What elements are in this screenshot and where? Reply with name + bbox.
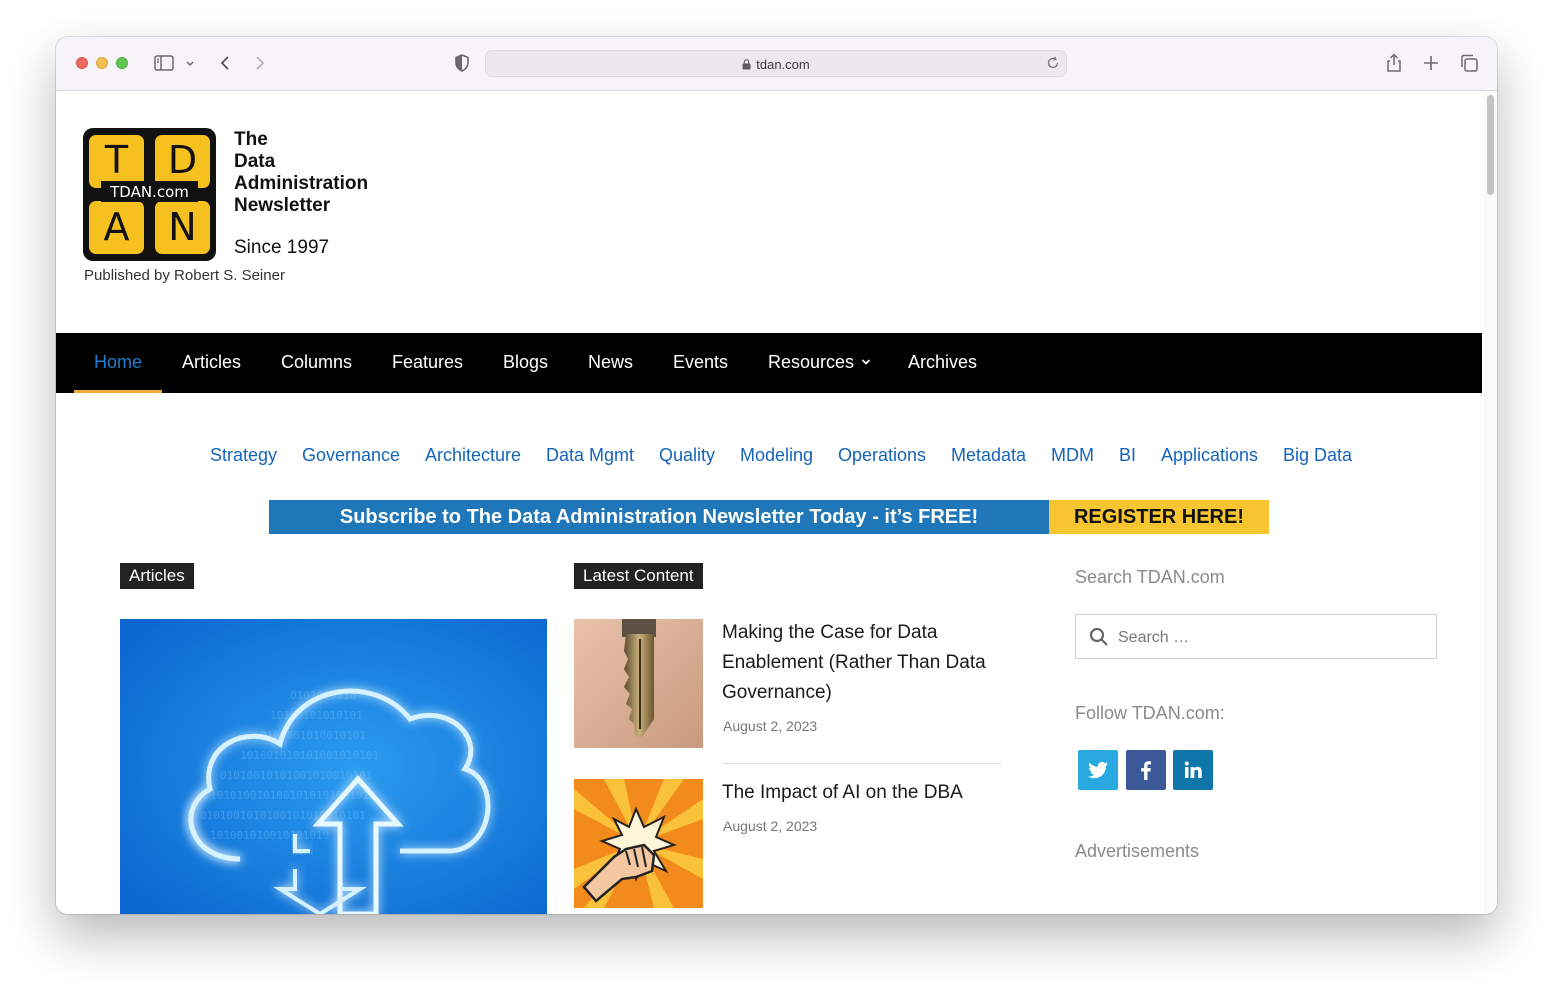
tdan-logo[interactable]: T D A N TDAN.com: [83, 128, 216, 261]
minimize-window-button[interactable]: [96, 57, 108, 69]
post-title-link[interactable]: The Impact of AI on the DBA: [722, 778, 1022, 808]
post-title-link[interactable]: Making the Case for Data Enablement (Rat…: [722, 618, 1022, 708]
nav-articles[interactable]: Articles: [182, 333, 241, 393]
share-icon[interactable]: [1383, 52, 1405, 74]
brand-line: Data: [234, 151, 276, 172]
nav-resources-label: Resources: [768, 352, 855, 372]
brand-line: Administration: [234, 173, 369, 194]
nav-features[interactable]: Features: [392, 333, 463, 393]
category-governance[interactable]: Governance: [302, 445, 400, 466]
browser-toolbar: tdan.com: [56, 37, 1497, 91]
brand-line: Newsletter: [234, 195, 331, 216]
close-window-button[interactable]: [76, 57, 88, 69]
nav-blogs[interactable]: Blogs: [503, 333, 548, 393]
category-metadata[interactable]: Metadata: [951, 445, 1026, 466]
browser-window: tdan.com T D A N TDAN.com The Data Admin…: [56, 37, 1497, 914]
nav-resources[interactable]: Resources: [768, 333, 871, 393]
category-strategy[interactable]: Strategy: [210, 445, 277, 466]
back-arrow-icon[interactable]: [214, 52, 236, 74]
svg-text:101001010010101010: 101001010010101010: [210, 829, 329, 842]
svg-text:1010100101001010101001010: 1010100101001010101001010: [210, 789, 376, 802]
category-architecture[interactable]: Architecture: [425, 445, 521, 466]
category-operations[interactable]: Operations: [838, 445, 926, 466]
brand-line: The: [234, 129, 268, 150]
latest-content-section-label: Latest Content: [574, 563, 703, 589]
svg-text:0101001010100101010010101: 0101001010100101010010101: [200, 809, 366, 822]
post-divider: [722, 763, 1001, 764]
logo-letter-d: D: [168, 138, 197, 182]
address-bar[interactable]: tdan.com: [485, 50, 1067, 77]
tab-overview-icon[interactable]: [1458, 52, 1480, 74]
since-year: Since 1997: [234, 237, 330, 258]
follow-heading: Follow TDAN.com:: [1075, 703, 1225, 723]
fist-image[interactable]: [574, 779, 703, 908]
linkedin-icon[interactable]: [1173, 750, 1213, 790]
category-applications[interactable]: Applications: [1161, 445, 1258, 466]
nav-home[interactable]: Home: [94, 333, 142, 393]
nav-columns[interactable]: Columns: [281, 333, 352, 393]
subscribe-banner[interactable]: Subscribe to The Data Administration New…: [269, 500, 1269, 534]
nav-active-indicator: [74, 390, 162, 393]
logo-letter-n: N: [168, 205, 196, 249]
publisher-credit: Published by Robert S. Seiner: [84, 267, 285, 284]
ads-heading: Advertisements: [1075, 841, 1200, 861]
new-tab-icon[interactable]: [1420, 52, 1442, 74]
search-field[interactable]: [1075, 614, 1437, 660]
category-modeling[interactable]: Modeling: [740, 445, 813, 466]
nav-archives[interactable]: Archives: [908, 333, 977, 393]
svg-text:101001010101001010101: 101001010101001010101: [240, 749, 379, 762]
key-image[interactable]: [574, 619, 703, 748]
sidebar-toggle-icon[interactable]: [153, 52, 175, 74]
category-quality[interactable]: Quality: [659, 445, 715, 466]
facebook-icon[interactable]: [1126, 750, 1166, 790]
web-page: T D A N TDAN.com The Data Administration…: [56, 91, 1497, 914]
logo-letter-a: A: [104, 205, 130, 249]
category-mdm[interactable]: MDM: [1051, 445, 1094, 466]
logo-letter-t: T: [104, 138, 129, 182]
forward-arrow-icon[interactable]: [249, 52, 271, 74]
search-heading: Search TDAN.com: [1075, 567, 1225, 587]
lock-icon: [742, 59, 751, 70]
search-icon: [1089, 627, 1108, 646]
post-date: August 2, 2023: [723, 718, 818, 734]
category-data-mgmt[interactable]: Data Mgmt: [546, 445, 634, 466]
privacy-shield-icon[interactable]: [451, 52, 473, 74]
register-button[interactable]: REGISTER HERE!: [1049, 500, 1269, 534]
featured-article-image[interactable]: 0101010110 10100101010101 01010010100101…: [120, 619, 547, 914]
url-text: tdan.com: [756, 57, 810, 72]
post-date: August 2, 2023: [723, 818, 818, 834]
reload-icon[interactable]: [1046, 56, 1060, 70]
chevron-down-icon: [861, 359, 871, 365]
nav-news[interactable]: News: [588, 333, 633, 393]
brand-title: The Data Administration Newsletter: [234, 129, 368, 217]
category-bi[interactable]: BI: [1119, 445, 1136, 466]
logo-center-text: TDAN.com: [109, 183, 189, 201]
main-nav: Home Articles Columns Features Blogs New…: [56, 333, 1482, 393]
nav-events[interactable]: Events: [673, 333, 728, 393]
category-big-data[interactable]: Big Data: [1283, 445, 1352, 466]
page-scrollbar[interactable]: [1484, 91, 1497, 914]
svg-text:01010010101001010010101: 01010010101001010010101: [220, 769, 372, 782]
svg-text:10100101010101: 10100101010101: [270, 709, 363, 722]
chevron-down-icon[interactable]: [183, 52, 197, 74]
articles-section-label: Articles: [120, 563, 194, 589]
search-input[interactable]: [1116, 615, 1420, 660]
scrollbar-thumb[interactable]: [1487, 95, 1494, 195]
zoom-window-button[interactable]: [116, 57, 128, 69]
subscribe-banner-text: Subscribe to The Data Administration New…: [269, 500, 1049, 534]
twitter-icon[interactable]: [1078, 750, 1118, 790]
